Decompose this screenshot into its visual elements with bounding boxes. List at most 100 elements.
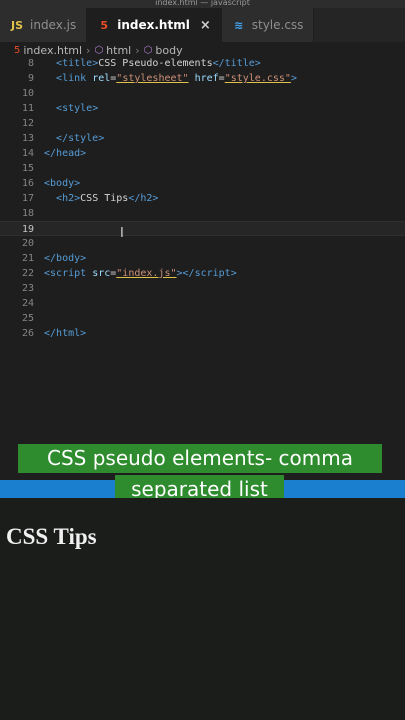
tab-index-html[interactable]: 5 index.html × <box>87 8 222 42</box>
editor-tabs: JS index.js 5 index.html × ≋ style.css <box>0 8 405 42</box>
code-token: > <box>98 133 105 144</box>
line-number: 12 <box>21 118 34 129</box>
breadcrumb-file[interactable]: index.html <box>23 44 82 57</box>
code-line[interactable]: 11 <style> <box>0 101 405 116</box>
line-number: 19 <box>21 224 34 235</box>
code-token: > <box>152 193 159 204</box>
code-token: > <box>290 73 297 84</box>
code-token: body <box>56 253 81 264</box>
code-text: <script src="index.js"></script> <box>44 266 237 281</box>
line-number: 23 <box>21 283 34 294</box>
html-file-icon: 5 <box>14 44 21 56</box>
code-text: <body> <box>44 176 80 191</box>
tab-label: style.css <box>251 18 304 32</box>
line-number: 18 <box>21 208 34 219</box>
code-token: style <box>68 133 99 144</box>
line-number: 14 <box>21 148 34 159</box>
code-line[interactable]: 15 <box>0 161 405 176</box>
code-line[interactable]: 16 <body> <box>0 176 405 191</box>
code-token: CSS Tips <box>80 193 129 204</box>
window-title: index.html — javascript <box>155 0 250 7</box>
code-text: </html> <box>44 326 86 341</box>
code-line[interactable]: 23 <box>0 281 405 296</box>
close-icon[interactable]: × <box>200 18 211 33</box>
code-text: </body> <box>44 251 86 266</box>
code-token: script <box>50 268 87 279</box>
code-token: "stylesheet" <box>116 73 189 84</box>
code-token: title <box>224 58 255 69</box>
code-text: <title>CSS Pseudo-elements</title> <box>44 56 261 71</box>
code-token: </ <box>44 148 57 159</box>
code-token: html <box>56 328 81 339</box>
line-number: 9 <box>27 73 34 84</box>
code-line[interactable]: 13 </style> <box>0 131 405 146</box>
code-token: > <box>80 148 87 159</box>
code-token: "index.js" <box>116 268 177 279</box>
code-line[interactable]: 18 <box>0 206 405 221</box>
code-line[interactable]: 26 </html> <box>0 326 405 341</box>
line-number: 11 <box>21 103 34 114</box>
code-line[interactable]: 17 <h2>CSS Tips</h2> <box>0 191 405 206</box>
code-token: </ <box>56 133 69 144</box>
text-cursor-icon: I <box>120 226 124 241</box>
tab-label: index.js <box>30 18 77 32</box>
code-line[interactable]: 24 <box>0 296 405 311</box>
breadcrumb-html[interactable]: html <box>106 44 131 57</box>
line-number: 10 <box>21 88 34 99</box>
code-token: script <box>194 268 231 279</box>
element-icon: ⬡ <box>143 44 153 56</box>
code-token: src <box>92 268 111 279</box>
code-token: </ <box>44 328 57 339</box>
js-file-icon: JS <box>10 18 23 32</box>
code-line[interactable]: 14 </head> <box>0 146 405 161</box>
code-token: > <box>80 253 87 264</box>
code-token: CSS Pseudo-elements <box>98 58 213 69</box>
code-token: h2 <box>62 193 75 204</box>
code-line[interactable]: 19 <box>0 221 405 236</box>
line-number: 25 <box>21 313 34 324</box>
window-titlebar: index.html — javascript <box>0 0 405 8</box>
line-number: 20 <box>21 238 34 249</box>
code-token: body <box>50 178 75 189</box>
code-line[interactable]: 8 <title>CSS Pseudo-elements</title> <box>0 56 405 71</box>
tab-style-css[interactable]: ≋ style.css <box>221 8 315 42</box>
code-token: link <box>62 73 87 84</box>
breadcrumb-body[interactable]: body <box>155 44 182 57</box>
code-token: > <box>254 58 261 69</box>
code-token: </ <box>128 193 141 204</box>
code-token: h2 <box>140 193 153 204</box>
line-number: 26 <box>21 328 34 339</box>
code-text: <h2>CSS Tips</h2> <box>44 191 158 206</box>
code-token: </ <box>212 58 225 69</box>
code-line[interactable]: 12 <box>0 116 405 131</box>
css-file-icon: ≋ <box>234 18 244 32</box>
code-token: head <box>56 148 81 159</box>
code-text: <style> <box>44 101 98 116</box>
code-token: > <box>230 268 237 279</box>
browser-preview: CSS Tips <box>0 498 405 720</box>
code-text: </head> <box>44 146 86 161</box>
line-number: 8 <box>27 58 34 69</box>
code-token: rel <box>92 73 111 84</box>
line-number: 22 <box>21 268 34 279</box>
code-line[interactable]: 9 <link rel="stylesheet" href="style.css… <box>0 71 405 86</box>
code-token: ></ <box>176 268 195 279</box>
line-number: 15 <box>21 163 34 174</box>
code-line[interactable]: 25 <box>0 311 405 326</box>
html-file-icon: 5 <box>100 18 109 32</box>
code-token: "style.css" <box>224 73 291 84</box>
code-area[interactable]: 8 <title>CSS Pseudo-elements</title> 9 <l… <box>0 56 405 341</box>
code-token: title <box>62 58 93 69</box>
code-token: > <box>74 178 81 189</box>
chevron-right-icon: › <box>135 43 140 57</box>
line-number: 17 <box>21 193 34 204</box>
code-line[interactable]: 10 <box>0 86 405 101</box>
code-line[interactable]: 21 </body> <box>0 251 405 266</box>
tab-label: index.html <box>117 18 190 32</box>
caption-line-1: CSS pseudo elements- comma <box>18 444 382 473</box>
code-line[interactable]: 20 <box>0 236 405 251</box>
code-editor: index.html — javascript JS index.js 5 in… <box>0 0 405 480</box>
code-text: </style> <box>44 131 104 146</box>
tab-index-js[interactable]: JS index.js <box>0 8 88 42</box>
code-line[interactable]: 22 <script src="index.js"></script> <box>0 266 405 281</box>
